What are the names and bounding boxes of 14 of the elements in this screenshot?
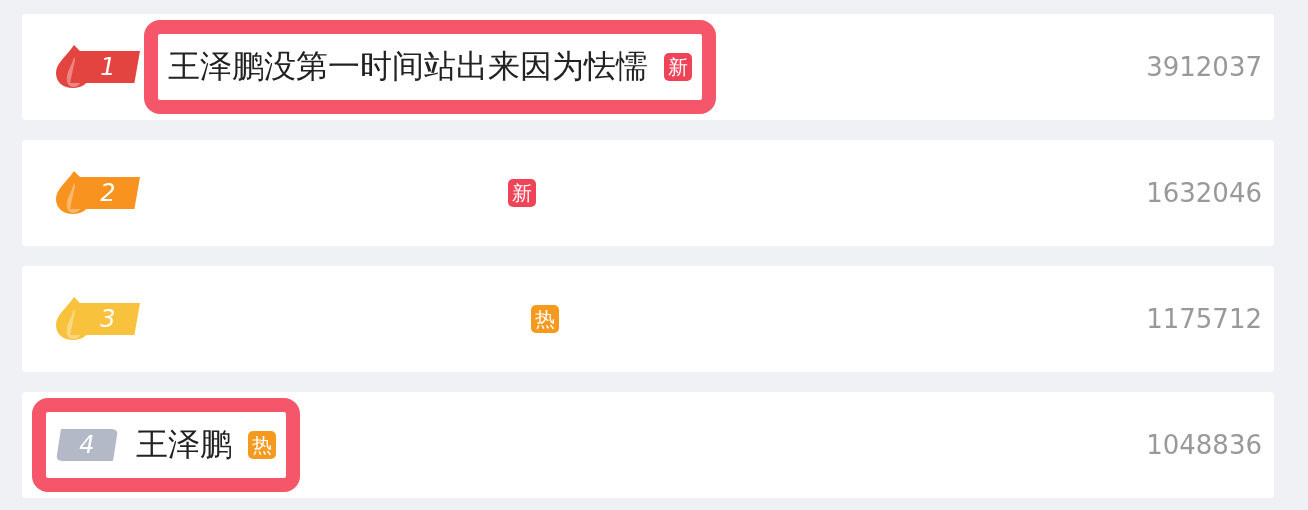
topic-tag: 新 [664, 53, 692, 81]
heat-count: 1175712 [1146, 304, 1262, 334]
topic-title[interactable]: 王泽鹏没第一时间站出来因为怯懦 [168, 45, 648, 89]
topic-tag: 新 [508, 179, 536, 207]
heat-count: 1048836 [1146, 430, 1262, 460]
topic-title[interactable]: 王泽鹏 [136, 423, 232, 467]
heat-count: 1632046 [1146, 178, 1262, 208]
list-card[interactable]: 4 王泽鹏 热 1048836 [22, 392, 1274, 498]
list-card[interactable]: 2 新 1632046 [22, 140, 1274, 246]
topic-tag: 热 [531, 305, 559, 333]
list-card[interactable]: 1 王泽鹏没第一时间站出来因为怯懦 新 3912037 [22, 14, 1274, 120]
rank-badge: 4 [56, 429, 118, 461]
heat-count: 3912037 [1146, 52, 1262, 82]
topic-tag: 热 [248, 431, 276, 459]
